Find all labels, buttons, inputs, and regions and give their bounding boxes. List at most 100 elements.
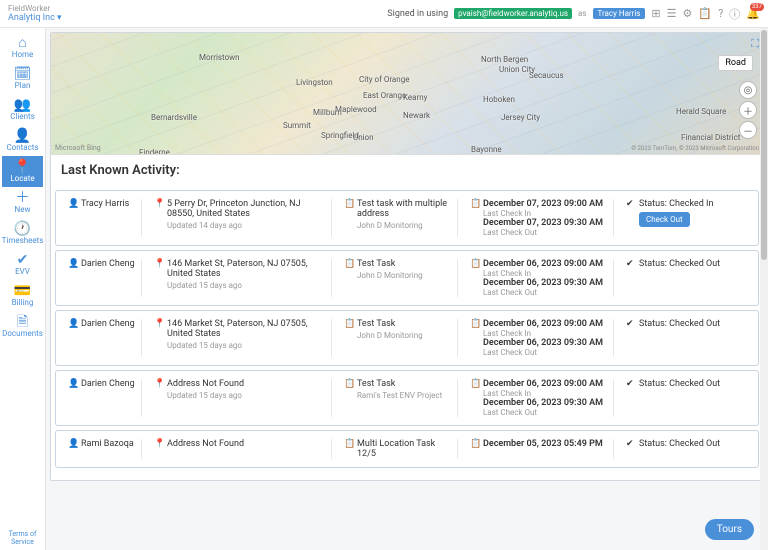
clipboard-icon: 📋 xyxy=(470,199,480,209)
sidebar-item-documents[interactable]: 🗎Documents xyxy=(2,311,44,342)
activity-row: 👤Tracy Harris📍5 Perry Dr, Princeton Junc… xyxy=(55,190,759,246)
map-road-button[interactable]: Road xyxy=(718,55,753,71)
activity-row: 👤Darien Cheng📍Address Not FoundUpdated 1… xyxy=(55,370,759,426)
pin-icon: 📍 xyxy=(154,259,164,269)
evv-icon: ✔ xyxy=(17,253,29,267)
map-expand-icon[interactable]: ⛶ xyxy=(751,37,759,51)
sidebar-item-evv[interactable]: ✔EVV xyxy=(2,249,44,280)
org-dropdown[interactable]: Analytiq Inc ▾ xyxy=(8,13,62,23)
map-city-label: East Orange xyxy=(363,91,406,100)
row-name: Darien Cheng xyxy=(81,379,135,389)
clipboard-icon[interactable]: 📋 xyxy=(698,7,712,20)
locate-icon: 📍 xyxy=(14,160,31,174)
sidebar-item-new[interactable]: ＋New xyxy=(2,187,44,218)
row-task: Test task with multiple address xyxy=(357,199,451,219)
info-icon[interactable]: ⓘ xyxy=(729,6,740,22)
sidebar-label: Clients xyxy=(10,112,35,121)
person-icon: 👤 xyxy=(68,319,78,329)
terms-link[interactable]: Terms of Service xyxy=(0,526,45,550)
as-label: as xyxy=(578,9,586,18)
pin-icon: 📍 xyxy=(154,379,164,389)
sidebar-label: Documents xyxy=(2,329,43,338)
sidebar-item-billing[interactable]: 💳Billing xyxy=(2,280,44,311)
bell-icon[interactable]: 🔔337 xyxy=(746,7,760,20)
sidebar-item-clients[interactable]: 👥Clients xyxy=(2,94,44,125)
new-icon: ＋ xyxy=(16,191,30,205)
map-city-label: Jersey City xyxy=(501,113,540,122)
row-task: Test Task xyxy=(357,379,395,389)
check-icon: ✔ xyxy=(626,379,636,389)
row-status: ✔Status: Checked Out xyxy=(620,259,752,297)
sidebar-label: Billing xyxy=(12,298,34,307)
row-address: Address Not Found xyxy=(167,379,244,389)
map-city-label: Financial District xyxy=(681,133,740,142)
map-city-label: North Bergen xyxy=(481,55,528,64)
main-content: ⛶ Road ◎ ＋ － MorristownLivingstonCity of… xyxy=(46,28,768,550)
activity-row: 👤Darien Cheng📍146 Market St, Paterson, N… xyxy=(55,250,759,306)
task-icon: 📋 xyxy=(344,439,354,449)
sidebar-label: New xyxy=(15,205,31,214)
clipboard-icon: 📋 xyxy=(470,439,480,449)
map[interactable]: ⛶ Road ◎ ＋ － MorristownLivingstonCity of… xyxy=(51,33,763,155)
contacts-icon: 👤 xyxy=(14,129,31,143)
sidebar-label: Contacts xyxy=(6,143,38,152)
pin-icon: 📍 xyxy=(154,439,164,449)
notif-count: 337 xyxy=(750,3,764,11)
row-task: Test Task xyxy=(357,259,395,269)
activity-row: 👤Rami Bazoqa📍Address Not Found📋Multi Loc… xyxy=(55,430,759,468)
map-city-label: Hoboken xyxy=(483,95,515,104)
person-icon: 👤 xyxy=(68,199,78,209)
map-city-label: Summit xyxy=(283,121,311,130)
row-name: Rami Bazoqa xyxy=(81,439,134,449)
check-out-button[interactable]: Check Out xyxy=(639,212,690,227)
list-icon[interactable]: ☰ xyxy=(667,7,677,20)
row-status: ✔Status: Checked InCheck Out xyxy=(620,199,752,237)
person-icon: 👤 xyxy=(68,259,78,269)
task-icon: 📋 xyxy=(344,259,354,269)
map-zoom-out[interactable]: － xyxy=(739,121,757,139)
row-time: 📋December 07, 2023 09:00 AMLast Check In… xyxy=(464,199,614,237)
current-user[interactable]: Tracy Harris xyxy=(593,8,646,19)
row-address: 146 Market St, Paterson, NJ 07505, Unite… xyxy=(167,259,325,279)
map-city-label: City of Orange xyxy=(359,75,409,84)
gear-icon[interactable]: ⚙ xyxy=(683,7,693,20)
row-name: Darien Cheng xyxy=(81,319,135,329)
map-locate-icon[interactable]: ◎ xyxy=(739,81,757,99)
timesheets-icon: 🕐 xyxy=(14,222,31,236)
row-address: 146 Market St, Paterson, NJ 07505, Unite… xyxy=(167,319,325,339)
brand-block: FieldWorker Analytiq Inc ▾ xyxy=(8,5,62,23)
documents-icon: 🗎 xyxy=(17,315,28,329)
tours-button[interactable]: Tours xyxy=(705,519,754,540)
map-city-label: Secaucus xyxy=(529,71,564,80)
sidebar: ⌂Home🗓Plan👥Clients👤Contacts📍Locate＋New🕐T… xyxy=(0,28,46,550)
map-zoom-in[interactable]: ＋ xyxy=(739,101,757,119)
scrollbar[interactable] xyxy=(760,28,768,550)
signed-in-label: Signed in using xyxy=(387,9,448,19)
row-task: Test Task xyxy=(357,319,395,329)
row-task: Multi Location Task 12/5 xyxy=(357,439,451,459)
clipboard-icon: 📋 xyxy=(470,379,480,389)
pin-icon: 📍 xyxy=(154,319,164,329)
topbar: FieldWorker Analytiq Inc ▾ Signed in usi… xyxy=(0,0,768,28)
sidebar-item-contacts[interactable]: 👤Contacts xyxy=(2,125,44,156)
signed-in-email: pvaish@fieldworker.analytiq.us xyxy=(454,8,572,19)
check-icon: ✔ xyxy=(626,319,636,329)
map-city-label: Finderne xyxy=(139,148,170,155)
scrollbar-thumb[interactable] xyxy=(761,30,767,260)
sidebar-item-timesheets[interactable]: 🕐Timesheets xyxy=(2,218,44,249)
task-icon: 📋 xyxy=(344,379,354,389)
sidebar-item-locate[interactable]: 📍Locate xyxy=(2,156,44,187)
map-city-label: Kearny xyxy=(403,93,427,102)
row-time: 📋December 06, 2023 09:00 AMLast Check In… xyxy=(464,259,614,297)
map-city-label: Herald Square xyxy=(676,107,726,116)
row-time: 📋December 05, 2023 05:49 PM xyxy=(464,439,614,459)
sidebar-item-home[interactable]: ⌂Home xyxy=(2,32,44,63)
row-address: Address Not Found xyxy=(167,439,244,449)
sidebar-label: Timesheets xyxy=(2,236,44,245)
help-icon[interactable]: ? xyxy=(718,7,723,20)
sidebar-item-plan[interactable]: 🗓Plan xyxy=(2,63,44,94)
grid-icon[interactable]: ⊞ xyxy=(651,7,660,20)
person-icon: 👤 xyxy=(68,379,78,389)
sidebar-label: Plan xyxy=(15,81,31,90)
billing-icon: 💳 xyxy=(14,284,31,298)
